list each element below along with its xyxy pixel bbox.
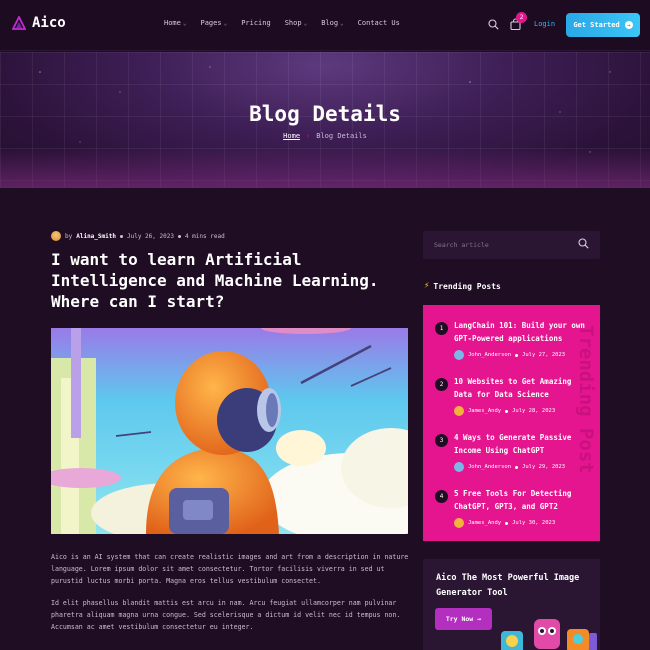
meta-dot: [119, 234, 123, 238]
article-paragraph: Aico is an AI system that can create rea…: [51, 553, 409, 585]
post-date: July 28, 2023: [512, 408, 556, 414]
post-author[interactable]: John_Anderson: [468, 352, 511, 358]
breadcrumb: Home › Blog Details: [0, 132, 650, 140]
post-title[interactable]: 4 Ways to Generate Passive Income Using …: [454, 431, 592, 457]
promo-title: Aico The Most Powerful Image Generator T…: [436, 573, 580, 598]
logo-text: Aico: [32, 15, 66, 31]
article-date: July 26, 2023: [126, 232, 174, 240]
login-link[interactable]: Login: [534, 20, 555, 28]
meta-dot: [515, 465, 519, 469]
post-number: 3: [435, 434, 448, 447]
arrow-right-icon: →: [477, 615, 482, 623]
nav-pages[interactable]: Pages ⌄: [200, 19, 227, 27]
meta-dot: [505, 409, 509, 413]
author-avatar: [454, 518, 464, 528]
trending-heading: ⚡ Trending Posts: [424, 281, 501, 291]
cart-count-badge: 2: [516, 12, 527, 23]
site-header: Aico Home ⌄ Pages ⌄ Pricing Shop ⌄ Blog ⌄ Co…: [0, 0, 650, 51]
nav-home[interactable]: Home ⌄: [164, 19, 186, 27]
post-number: 4: [435, 490, 448, 503]
search-icon[interactable]: [578, 238, 589, 249]
hero-glow: [0, 148, 650, 188]
promo-robot-illustration: [501, 619, 597, 650]
promo-card: Aico The Most Powerful Image Generator T…: [423, 559, 600, 650]
author-avatar: [454, 350, 464, 360]
post-title[interactable]: LangChain 101: Build your own GPT-Powere…: [454, 319, 592, 345]
nav-contact[interactable]: Contact Us: [358, 19, 400, 27]
logo-icon: [12, 16, 26, 30]
page-hero: Blog Details Home › Blog Details: [0, 52, 650, 188]
meta-dot: [177, 234, 181, 238]
breadcrumb-current: Blog Details: [316, 132, 367, 140]
post-title[interactable]: 5 Free Tools For Detecting ChatGPT, GPT3…: [454, 487, 592, 513]
post-author[interactable]: John_Anderson: [468, 464, 511, 470]
post-date: July 30, 2023: [512, 520, 556, 526]
post-date: July 29, 2023: [522, 464, 566, 470]
article-meta: by Alina_Smith July 26, 2023 4 mins read: [51, 231, 225, 241]
post-meta: James_Andy July 28, 2023: [454, 406, 555, 416]
nav-blog[interactable]: Blog ⌄: [321, 19, 343, 27]
breadcrumb-separator: ›: [306, 132, 311, 140]
author-avatar: [454, 462, 464, 472]
breadcrumb-home-link[interactable]: Home: [283, 132, 300, 140]
author-avatar: [51, 231, 61, 241]
lightning-icon: ⚡: [424, 281, 430, 291]
try-now-button[interactable]: Try Now →: [435, 608, 492, 630]
search-placeholder: Search article: [434, 241, 489, 249]
chevron-down-icon: ⌄: [303, 19, 308, 27]
post-meta: John_Anderson July 29, 2023: [454, 462, 565, 472]
article-paragraph: Id elit phasellus blandit mattis est arc…: [51, 599, 401, 631]
meta-dot: [515, 353, 519, 357]
post-number: 2: [435, 378, 448, 391]
post-meta: John_Anderson July 27, 2023: [454, 350, 565, 360]
author-avatar: [454, 406, 464, 416]
meta-by: by: [65, 232, 73, 240]
sidebar-search-input[interactable]: Search article: [423, 231, 600, 259]
main-nav: Home ⌄ Pages ⌄ Pricing Shop ⌄ Blog ⌄ Contact…: [164, 19, 400, 27]
chevron-down-icon: ⌄: [223, 19, 228, 27]
trending-posts-panel: Trending Post 1 LangChain 101: Build you…: [423, 305, 600, 541]
article-title: I want to learn Artificial Intelligence …: [51, 250, 379, 311]
post-title[interactable]: 10 Websites to Get Amazing Data for Data…: [454, 375, 592, 401]
post-author[interactable]: James_Andy: [468, 408, 501, 414]
search-icon[interactable]: [488, 19, 499, 30]
post-number: 1: [435, 322, 448, 335]
post-meta: James_Andy July 30, 2023: [454, 518, 555, 528]
chevron-down-icon: ⌄: [182, 19, 187, 27]
page-title: Blog Details: [249, 102, 401, 126]
author-name[interactable]: Alina_Smith: [76, 233, 116, 240]
post-author[interactable]: James_Andy: [468, 520, 501, 526]
nav-pricing[interactable]: Pricing: [241, 19, 271, 27]
chevron-down-icon: ⌄: [340, 19, 344, 27]
get-started-button[interactable]: Get Started →: [566, 13, 640, 37]
post-date: July 27, 2023: [522, 352, 566, 358]
nav-shop[interactable]: Shop ⌄: [285, 19, 307, 27]
arrow-right-icon: →: [624, 21, 633, 29]
read-time: 4 mins read: [184, 232, 225, 240]
logo[interactable]: Aico: [12, 15, 66, 31]
meta-dot: [505, 521, 509, 525]
article-featured-image: [51, 328, 408, 534]
